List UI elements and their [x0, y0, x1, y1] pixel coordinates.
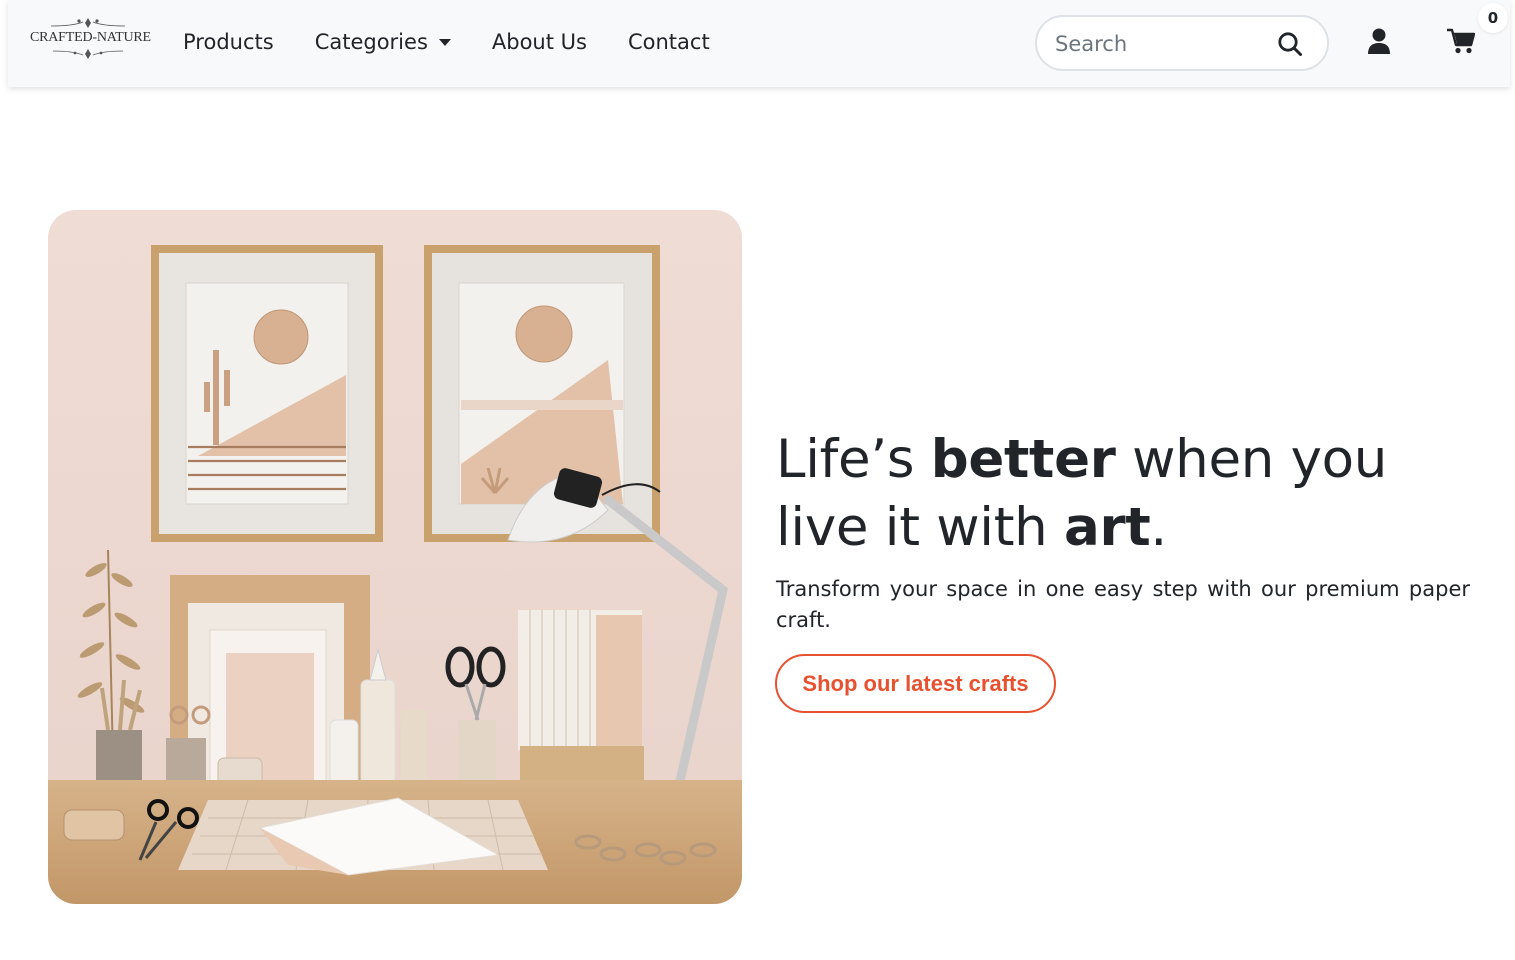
search-box: [1035, 15, 1329, 71]
nav-links: Products Categories About Us Contact: [183, 26, 751, 58]
logo-ornament-top-icon: [50, 18, 126, 28]
cart-count-badge: 0: [1478, 3, 1508, 33]
shop-latest-crafts-button[interactable]: Shop our latest crafts: [775, 654, 1056, 713]
nav-link-label: About Us: [491, 30, 587, 54]
search-input[interactable]: [1055, 29, 1265, 59]
nav-link-products[interactable]: Products: [183, 26, 274, 58]
hero-illustration: [48, 210, 742, 904]
cart-icon[interactable]: [1447, 28, 1475, 54]
headline-emphasis: better: [930, 429, 1116, 490]
navbar: CRAFTED-NATURE Products Categories About…: [8, 0, 1510, 87]
nav-link-contact[interactable]: Contact: [628, 26, 710, 58]
headline-emphasis: art: [1064, 497, 1151, 558]
hero-headline: Life’s better when you live it with art.: [776, 426, 1476, 562]
headline-text: .: [1150, 497, 1167, 558]
search-icon[interactable]: [1277, 31, 1303, 57]
user-icon[interactable]: [1368, 28, 1390, 54]
logo-ornament-bottom-icon: [52, 49, 124, 59]
hero-subtext: Transform your space in one easy step wi…: [776, 577, 1470, 632]
nav-link-categories[interactable]: Categories: [315, 26, 451, 58]
nav-link-label: Categories: [314, 30, 428, 54]
hero-image: [48, 210, 742, 904]
nav-link-label: Products: [183, 30, 274, 54]
headline-text: Life’s: [776, 429, 931, 490]
nav-link-label: Contact: [627, 30, 710, 54]
nav-link-about-us[interactable]: About Us: [492, 26, 587, 58]
caret-down-icon: [438, 38, 451, 46]
hero-text: Life’s better when you live it with art.…: [776, 426, 1476, 636]
brand-logo[interactable]: CRAFTED-NATURE: [30, 16, 151, 70]
brand-name: CRAFTED-NATURE: [30, 30, 151, 45]
